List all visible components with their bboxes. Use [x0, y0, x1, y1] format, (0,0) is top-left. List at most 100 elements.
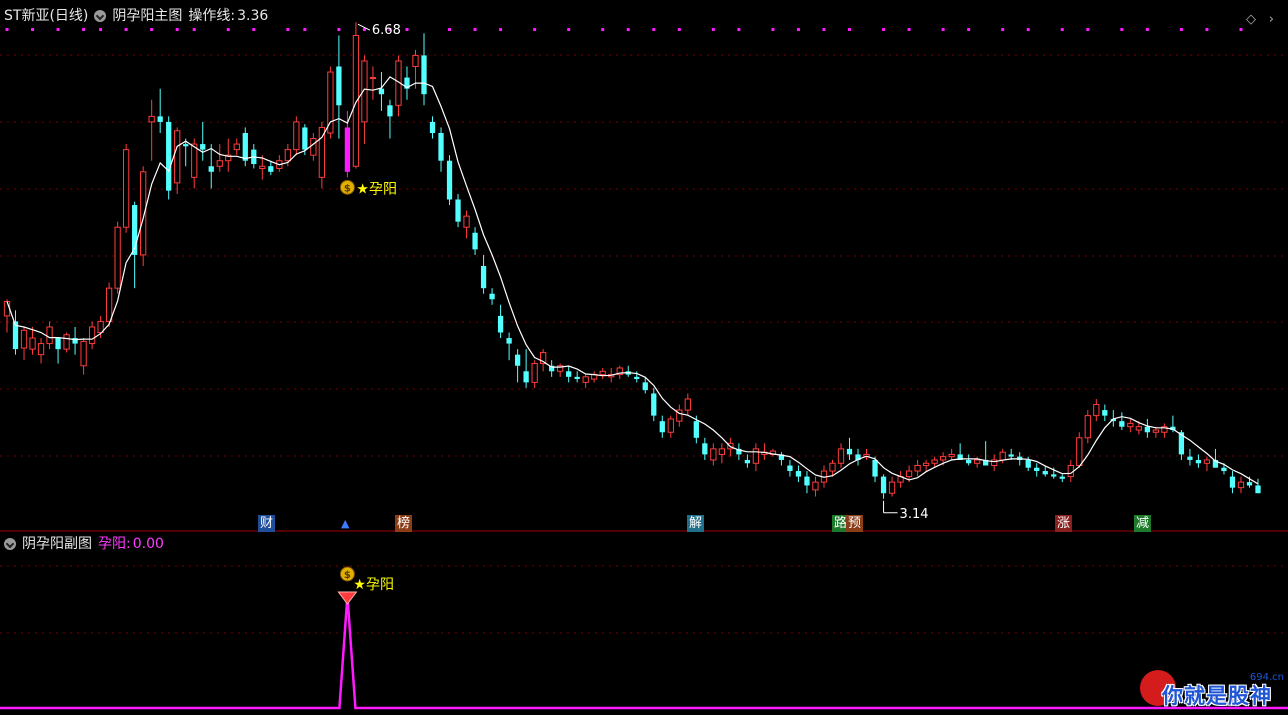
signal-label-main: ★孕阳 — [356, 181, 397, 197]
chevron-down-icon[interactable] — [94, 10, 107, 22]
op-line-label: 操作线: — [188, 8, 236, 24]
candle-body-81 — [693, 421, 699, 438]
candle-body-14 — [123, 149, 130, 228]
candle-body-52 — [446, 160, 453, 200]
signal-dot-44 — [1239, 28, 1243, 31]
candle-body-17 — [148, 115, 155, 123]
signal-dot-13 — [337, 28, 341, 31]
candle-body-34 — [293, 121, 300, 151]
candle-body-44 — [378, 88, 385, 95]
symbol-title[interactable]: ST新亚(日线) — [4, 5, 88, 27]
candle-body-127 — [1084, 415, 1091, 439]
event-marker-zhang[interactable]: 涨 — [1055, 515, 1073, 532]
candle-body-62 — [531, 363, 538, 383]
candle-body-74 — [634, 376, 640, 380]
candle-body-27 — [233, 143, 240, 151]
sub-chart-panel[interactable]: $ ★孕阳 阴孕阳副图 孕阳: 0.00 — [0, 532, 1288, 715]
candle-body-129 — [1102, 410, 1108, 416]
signal-dot-16 — [405, 28, 409, 31]
chevron-down-icon[interactable] — [4, 538, 16, 550]
candle-body-23 — [200, 144, 206, 150]
candle-body-80 — [684, 398, 691, 411]
candle-body-22 — [191, 143, 198, 178]
signal-dot-1 — [31, 28, 35, 31]
candle-body-49 — [421, 55, 427, 95]
money-bag-symbol-sub: $ — [344, 570, 351, 581]
event-marker-jian[interactable]: 减 — [1134, 515, 1152, 532]
watermark-text: 你就是股神 — [1162, 684, 1272, 708]
signal-dot-7 — [175, 28, 179, 31]
signal-dot-2 — [56, 28, 60, 31]
candle-body-87 — [744, 459, 751, 464]
candle-body-102 — [872, 459, 878, 477]
candle-body-66 — [566, 371, 572, 377]
candle-body-33 — [284, 149, 291, 162]
candle-body-76 — [651, 393, 657, 416]
signal-dot-29 — [796, 28, 800, 31]
candle-body-141 — [1203, 459, 1211, 464]
main-chart-canvas[interactable]: 6.68 3.14 $ ★孕阳 — [0, 0, 1288, 532]
candle-body-30 — [259, 165, 266, 169]
signal-dot-30 — [822, 28, 826, 31]
event-marker-jie[interactable]: 解 — [687, 515, 705, 532]
sub-chart-canvas[interactable]: $★孕阳 — [0, 532, 1288, 715]
candle-body-121 — [1034, 467, 1040, 472]
candle-body-99 — [846, 448, 853, 455]
candle-body-94 — [804, 476, 810, 486]
event-marker-cai[interactable]: 财 — [258, 515, 276, 532]
sub-indicator-name[interactable]: 阴孕阳副图 — [22, 533, 92, 555]
candle-body-50 — [429, 121, 436, 133]
candle-body-24 — [208, 166, 214, 172]
signal-dot-21 — [567, 28, 571, 31]
candle-body-128 — [1093, 404, 1100, 417]
candle-body-123 — [1051, 474, 1057, 477]
event-marker-dark[interactable]: 路 — [832, 515, 848, 532]
signal-dot-17 — [448, 28, 452, 31]
signal-dot-22 — [601, 28, 605, 31]
candle-body-77 — [659, 421, 665, 433]
candle-body-56 — [480, 266, 487, 289]
candle-body-117 — [999, 451, 1006, 461]
candle-body-125 — [1067, 465, 1074, 478]
signal-dot-40 — [1120, 28, 1124, 31]
signal-dot-12 — [303, 28, 307, 31]
signal-dot-5 — [124, 28, 128, 31]
candle-body-124 — [1059, 476, 1065, 479]
signal-dot-27 — [737, 28, 741, 31]
candle-body-53 — [455, 199, 461, 222]
candle-body-12 — [105, 287, 113, 322]
candle-body-83 — [710, 448, 717, 461]
main-indicator-name[interactable]: 阴孕阳主图 — [112, 5, 182, 27]
candle-body-92 — [787, 465, 793, 472]
signal-dot-4 — [99, 28, 103, 31]
high-price-label: 6.68 — [372, 23, 401, 38]
candle-body-9 — [80, 340, 87, 367]
candle-body-48 — [412, 54, 419, 68]
candle-body-147 — [1255, 485, 1261, 494]
chevron-right-icon[interactable]: › — [1269, 12, 1274, 27]
candle-body-7 — [63, 334, 70, 350]
candle-body-36 — [310, 138, 317, 156]
candle-body-2 — [20, 329, 28, 349]
low-price-label: 3.14 — [900, 507, 929, 522]
candle-body-55 — [472, 232, 478, 250]
candle-body-95 — [812, 481, 819, 491]
event-arrow-icon[interactable]: ▲ — [339, 515, 351, 532]
candle-body-97 — [829, 462, 836, 472]
event-marker-bang[interactable]: 榜 — [395, 515, 413, 532]
candle-body-58 — [497, 315, 504, 333]
candle-body-114 — [974, 459, 981, 464]
candle-body-111 — [948, 453, 955, 458]
candle-body-110 — [939, 456, 947, 461]
diamond-gem-icon — [337, 591, 358, 605]
signal-dot-24 — [652, 28, 656, 31]
signal-dot-10 — [252, 28, 256, 31]
candle-body-143 — [1221, 467, 1227, 472]
signal-dot-20 — [533, 28, 537, 31]
diamond-icon[interactable]: ◇ — [1246, 12, 1256, 27]
signal-dot-43 — [1205, 28, 1209, 31]
sub-value: 0.00 — [132, 536, 164, 552]
main-chart-panel[interactable]: 6.68 3.14 $ ★孕阳 ST新亚(日线) 阴孕阳主图 操作线: 3.36 ◇ … — [0, 0, 1288, 532]
event-marker-yu[interactable]: 预 — [846, 515, 864, 532]
signal-dot-39 — [1086, 28, 1090, 31]
